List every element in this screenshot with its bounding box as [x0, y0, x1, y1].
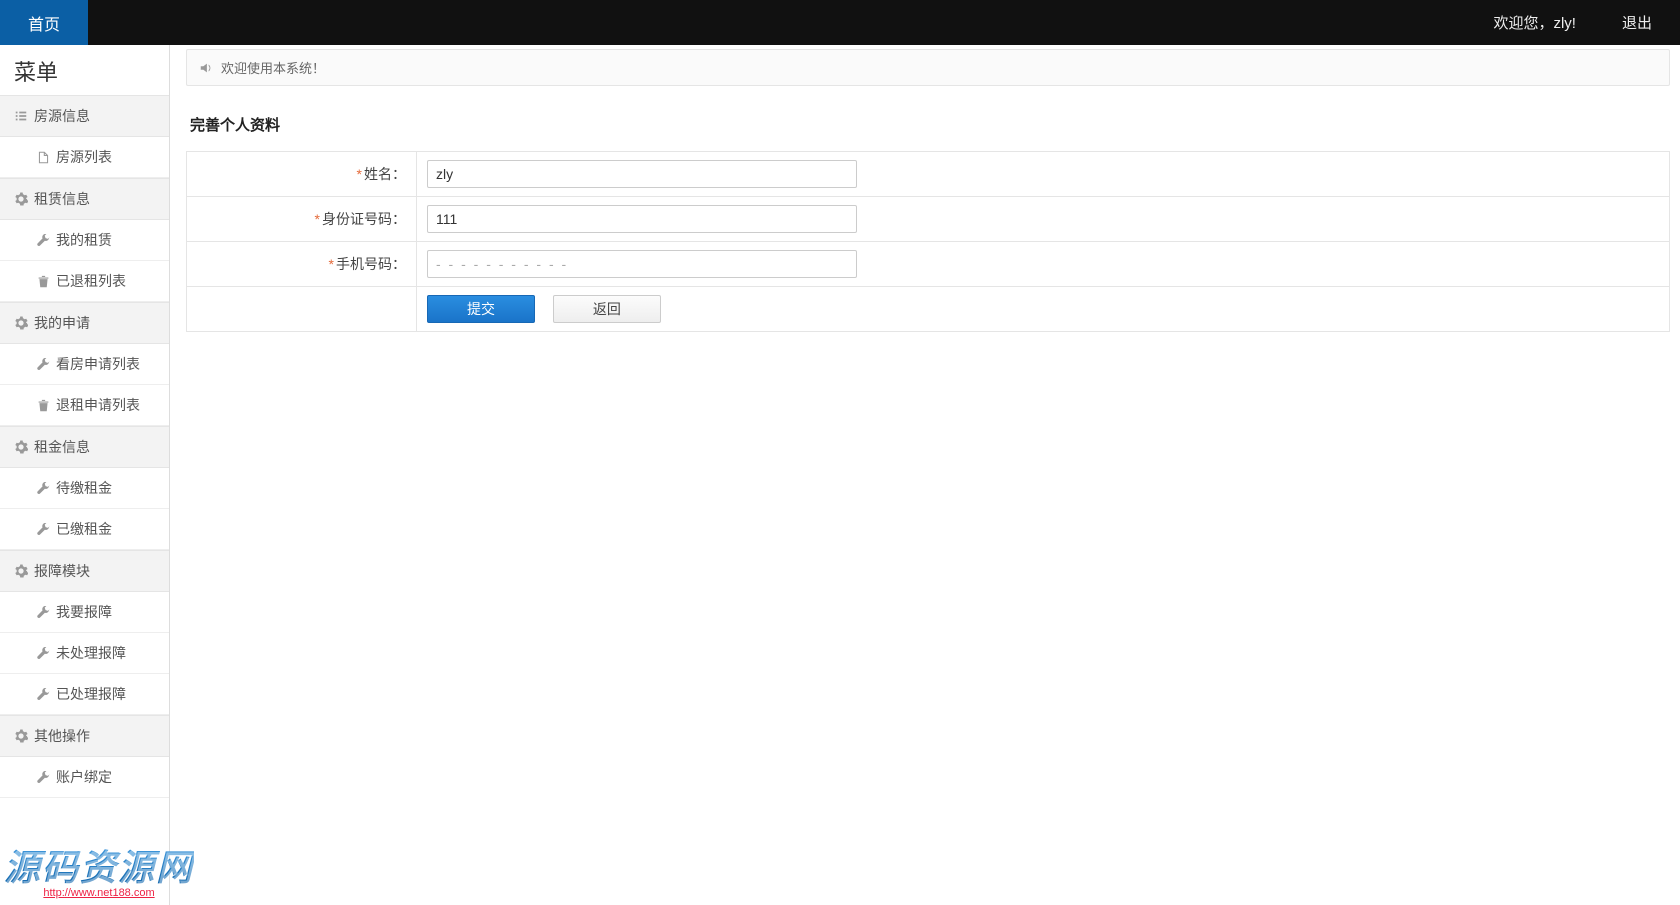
wrench-icon — [36, 233, 50, 247]
menu-item[interactable]: 已缴租金 — [0, 509, 169, 550]
trash-icon — [36, 398, 50, 412]
profile-form: *姓名： *身份证号码： *手机号码： — [186, 151, 1670, 332]
submit-button[interactable]: 提交 — [427, 295, 535, 323]
menu-item[interactable]: 我的租赁 — [0, 220, 169, 261]
idno-label-cell: *身份证号码： — [187, 197, 417, 242]
required-mark: * — [315, 211, 320, 227]
menu-group[interactable]: 租金信息 — [0, 426, 169, 468]
gear-icon — [14, 316, 28, 330]
menu-item[interactable]: 已处理报障 — [0, 674, 169, 715]
menu-item[interactable]: 未处理报障 — [0, 633, 169, 674]
nav-home[interactable]: 首页 — [0, 0, 88, 45]
menu-item[interactable]: 账户绑定 — [0, 757, 169, 798]
list-icon — [14, 109, 28, 123]
name-label: 姓名： — [364, 166, 406, 182]
menu-group-label: 我的申请 — [34, 313, 90, 333]
notice-bar: 欢迎使用本系统！ — [186, 49, 1670, 86]
trash-icon — [36, 274, 50, 288]
menu-item-label: 账户绑定 — [56, 767, 112, 787]
menu-item-label: 我要报障 — [56, 602, 112, 622]
gear-icon — [14, 192, 28, 206]
sidebar-title: 菜单 — [0, 45, 169, 95]
menu-item[interactable]: 我要报障 — [0, 592, 169, 633]
menu-group[interactable]: 其他操作 — [0, 715, 169, 757]
menu-item-label: 看房申请列表 — [56, 354, 140, 374]
menu-item[interactable]: 房源列表 — [0, 137, 169, 178]
required-mark: * — [329, 256, 334, 272]
menu-item[interactable]: 退租申请列表 — [0, 385, 169, 426]
phone-label: 手机号码： — [336, 256, 406, 272]
wrench-icon — [36, 522, 50, 536]
page-heading: 完善个人资料 — [190, 114, 1670, 135]
file-icon — [36, 150, 50, 164]
menu-group-label: 租赁信息 — [34, 189, 90, 209]
wrench-icon — [36, 357, 50, 371]
back-button[interactable]: 返回 — [553, 295, 661, 323]
gear-icon — [14, 564, 28, 578]
menu-group[interactable]: 租赁信息 — [0, 178, 169, 220]
menu-group-label: 报障模块 — [34, 561, 90, 581]
menu-group[interactable]: 房源信息 — [0, 95, 169, 137]
wrench-icon — [36, 646, 50, 660]
logout-link[interactable]: 退出 — [1594, 12, 1680, 33]
notice-text: 欢迎使用本系统！ — [221, 58, 325, 77]
menu-group[interactable]: 报障模块 — [0, 550, 169, 592]
menu-group-label: 租金信息 — [34, 437, 90, 457]
gear-icon — [14, 729, 28, 743]
phone-label-cell: *手机号码： — [187, 242, 417, 287]
menu-item-label: 房源列表 — [56, 147, 112, 167]
wrench-icon — [36, 770, 50, 784]
empty-label-cell — [187, 287, 417, 332]
menu-item[interactable]: 已退租列表 — [0, 261, 169, 302]
menu-item-label: 已退租列表 — [56, 271, 126, 291]
wrench-icon — [36, 605, 50, 619]
menu-group[interactable]: 我的申请 — [0, 302, 169, 344]
name-input[interactable] — [427, 160, 857, 188]
menu-item-label: 已处理报障 — [56, 684, 126, 704]
gear-icon — [14, 440, 28, 454]
menu-item-label: 待缴租金 — [56, 478, 112, 498]
menu-item-label: 已缴租金 — [56, 519, 112, 539]
wrench-icon — [36, 481, 50, 495]
topbar: 首页 欢迎您，zly! 退出 — [0, 0, 1680, 45]
required-mark: * — [357, 166, 362, 182]
menu-item-label: 我的租赁 — [56, 230, 112, 250]
main-content: 欢迎使用本系统！ 完善个人资料 *姓名： *身份证号码： — [170, 45, 1680, 905]
welcome-text: 欢迎您，zly! — [1475, 12, 1594, 33]
sidebar: 菜单 房源信息房源列表租赁信息我的租赁已退租列表我的申请看房申请列表退租申请列表… — [0, 45, 170, 905]
phone-input[interactable] — [427, 250, 857, 278]
idno-label: 身份证号码： — [322, 211, 406, 227]
sound-icon — [199, 61, 213, 75]
idno-input[interactable] — [427, 205, 857, 233]
menu-item-label: 退租申请列表 — [56, 395, 140, 415]
menu-group-label: 房源信息 — [34, 106, 90, 126]
name-label-cell: *姓名： — [187, 152, 417, 197]
menu-item[interactable]: 看房申请列表 — [0, 344, 169, 385]
menu-item-label: 未处理报障 — [56, 643, 126, 663]
menu-item[interactable]: 待缴租金 — [0, 468, 169, 509]
menu-group-label: 其他操作 — [34, 726, 90, 746]
wrench-icon — [36, 687, 50, 701]
